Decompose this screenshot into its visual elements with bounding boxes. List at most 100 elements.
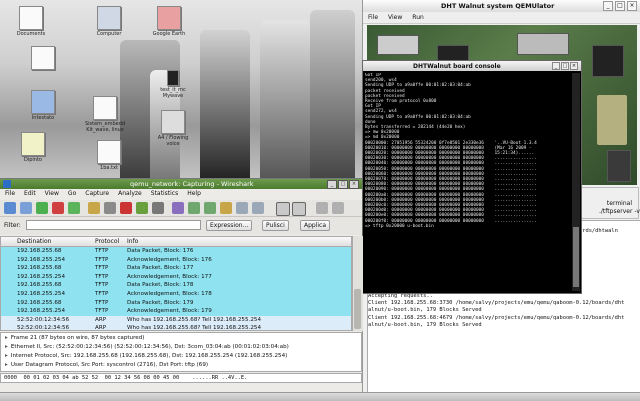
- minimize-icon[interactable]: _: [603, 1, 613, 11]
- desktop-icon-test[interactable]: test_it_mc Mywave: [150, 70, 196, 99]
- packet-protocol: TFTP: [95, 265, 109, 272]
- detail-row[interactable]: ▸ Frame 21 (87 bytes on wire, 87 bytes ca…: [5, 334, 144, 342]
- maximize-icon[interactable]: □: [561, 62, 569, 70]
- zoom-in-icon[interactable]: [316, 202, 328, 214]
- desktop-icon-text-file[interactable]: 1ba.txt: [86, 140, 132, 171]
- restart-capture-icon[interactable]: [68, 202, 80, 214]
- go-back-icon[interactable]: [188, 202, 200, 214]
- apply-filter-button[interactable]: Applica: [300, 220, 331, 231]
- packet-details[interactable]: ▸ Frame 21 (87 bytes on wire, 87 bytes ca…: [0, 332, 362, 372]
- packet-row[interactable]: 192.168.255.68 TFTP Data Packet, Block: 17…: [1, 281, 351, 290]
- packet-protocol: TFTP: [95, 291, 109, 297]
- packet-row[interactable]: 192.168.255.68 TFTP Data Packet, Block: 17…: [1, 264, 351, 273]
- close-icon[interactable]: ×: [349, 180, 359, 189]
- menu-view[interactable]: View: [383, 12, 407, 21]
- detail-row[interactable]: ▸ Ethernet II, Src: (52:52:00:12:34:56) (…: [5, 343, 289, 351]
- packet-row[interactable]: 192.168.255.254 TFTP Acknowledgement, Bloc…: [1, 272, 351, 282]
- wireshark-toolbar: [0, 200, 362, 217]
- board-console-title-bar[interactable]: DHTWalnut board console _ □ ×: [363, 61, 581, 71]
- maximize-icon[interactable]: □: [615, 1, 625, 11]
- packet-info: Acknowledgement, Block: 179: [127, 308, 212, 315]
- menu-run[interactable]: Run: [407, 12, 429, 21]
- menu-file[interactable]: File: [363, 12, 383, 21]
- desktop-icon-documents[interactable]: Documents: [8, 6, 54, 37]
- column-destination[interactable]: Destination: [17, 238, 51, 245]
- find-icon[interactable]: [172, 202, 184, 214]
- clear-filter-button[interactable]: Pulisci: [262, 220, 289, 231]
- auto-scroll-icon[interactable]: [292, 202, 306, 216]
- desktop-icon-flowing[interactable]: A4 / Flowing voice: [150, 110, 196, 147]
- detail-row[interactable]: ▸ User Datagram Protocol, Src Port: sysco…: [5, 361, 208, 369]
- stop-capture-icon[interactable]: [52, 202, 64, 214]
- expand-icon[interactable]: ▸: [5, 362, 8, 368]
- packet-row[interactable]: 192.168.255.254 TFTP Acknowledgement, Bloc…: [1, 307, 351, 316]
- menu-statistics[interactable]: Statistics: [146, 189, 182, 197]
- menu-go[interactable]: Go: [63, 189, 80, 197]
- wireshark-title-bar[interactable]: qemu_network: Capturing - Wireshark _ □ ×: [0, 179, 362, 189]
- wallpaper-figure: [200, 30, 250, 180]
- interfaces-icon[interactable]: [4, 202, 16, 214]
- desktop-icon-computer[interactable]: Computer: [86, 6, 132, 37]
- column-protocol[interactable]: Protocol: [95, 238, 119, 245]
- last-packet-icon[interactable]: [252, 202, 264, 214]
- menu-analyze[interactable]: Analyze: [113, 189, 146, 197]
- detail-row[interactable]: ▸ Internet Protocol, Src: 192.168.255.68 …: [5, 352, 287, 360]
- menu-capture[interactable]: Capture: [80, 189, 113, 197]
- go-to-packet-icon[interactable]: [220, 202, 232, 214]
- desktop-icon-sistem[interactable]: Sistem_embedd Kit_wave, linux: [82, 96, 128, 133]
- desktop-icon-google-earth[interactable]: Google Earth: [146, 6, 192, 37]
- board-console-output[interactable]: Got IP send200, ws4 Sending UDP to a9a0ffe…: [365, 73, 569, 291]
- close-file-icon[interactable]: [120, 202, 132, 214]
- maximize-icon[interactable]: □: [338, 180, 348, 189]
- reload-icon[interactable]: [136, 202, 148, 214]
- options-icon[interactable]: [20, 202, 32, 214]
- go-forward-icon[interactable]: [204, 202, 216, 214]
- zoom-out-icon[interactable]: [332, 202, 344, 214]
- expand-icon[interactable]: ▸: [5, 353, 8, 359]
- packet-bytes[interactable]: 0000 00 01 02 03 04 ab 52 52 00 12 34 56…: [0, 373, 362, 383]
- desktop-icon-label: Google Earth: [152, 31, 186, 37]
- desktop-icon-label: Intestato: [31, 115, 55, 121]
- board-console-window[interactable]: DHTWalnut board console _ □ × Got IP send20…: [362, 60, 582, 294]
- scrollbar-thumb[interactable]: [354, 289, 361, 329]
- terminal-tab[interactable]: terminal: [607, 200, 632, 207]
- minimize-icon[interactable]: _: [327, 180, 337, 189]
- colorize-icon[interactable]: [276, 202, 290, 216]
- packet-row[interactable]: 192.168.255.68 TFTP Data Packet, Block: 17…: [1, 247, 351, 256]
- filter-input[interactable]: [26, 220, 201, 230]
- open-icon[interactable]: [88, 202, 100, 214]
- desktop-icon-dipinto[interactable]: Dipinto: [10, 132, 56, 163]
- first-packet-icon[interactable]: [236, 202, 248, 214]
- packet-row[interactable]: 52:52:00:12:34:56 ARP Who has 192.168.255.…: [1, 324, 351, 331]
- packet-info: Who has 192.168.255.68? Tell 192.168.255…: [127, 325, 262, 331]
- packet-row[interactable]: 192.168.255.68 TFTP Data Packet, Block: 17…: [1, 298, 351, 308]
- column-info[interactable]: Info: [127, 238, 138, 245]
- packet-destination: 192.168.255.68: [17, 248, 62, 254]
- menu-edit[interactable]: Edit: [19, 189, 40, 197]
- close-icon[interactable]: ×: [570, 62, 578, 70]
- desktop-icon-label: 1ba.txt: [100, 165, 118, 171]
- console-scrollbar[interactable]: [572, 73, 580, 291]
- expression-button[interactable]: Expression...: [206, 220, 253, 231]
- save-icon[interactable]: [104, 202, 116, 214]
- menu-help[interactable]: Help: [182, 189, 205, 197]
- menu-view[interactable]: View: [40, 189, 63, 197]
- minimize-icon[interactable]: _: [552, 62, 560, 70]
- packet-row[interactable]: 192.168.255.254 TFTP Acknowledgement, Bloc…: [1, 290, 351, 299]
- packet-info: Acknowledgement, Block: 178: [127, 291, 212, 297]
- packet-row[interactable]: 192.168.255.254 TFTP Acknowledgement, Bloc…: [1, 255, 351, 265]
- start-capture-icon[interactable]: [36, 202, 48, 214]
- wireshark-menu-bar: File Edit View Go Capture Analyze Statistics He…: [0, 189, 362, 199]
- packet-list[interactable]: Destination Protocol Info 192.168.255.68…: [0, 236, 352, 331]
- menu-file[interactable]: File: [0, 189, 19, 197]
- print-icon[interactable]: [152, 202, 164, 214]
- desktop-icon-blank[interactable]: [20, 46, 66, 71]
- packet-info: Who has 192.168.255.68? Tell 192.168.255…: [127, 316, 262, 323]
- desktop-icon-intestato[interactable]: Intestato: [20, 90, 66, 121]
- close-icon[interactable]: ×: [627, 1, 637, 11]
- expand-icon[interactable]: ▸: [5, 335, 8, 341]
- scrollbar-thumb[interactable]: [573, 227, 579, 287]
- packet-list-scrollbar[interactable]: [352, 236, 363, 331]
- packet-row[interactable]: 52:52:00:12:34:56 ARP Who has 192.168.255.…: [1, 315, 351, 325]
- expand-icon[interactable]: ▸: [5, 344, 8, 350]
